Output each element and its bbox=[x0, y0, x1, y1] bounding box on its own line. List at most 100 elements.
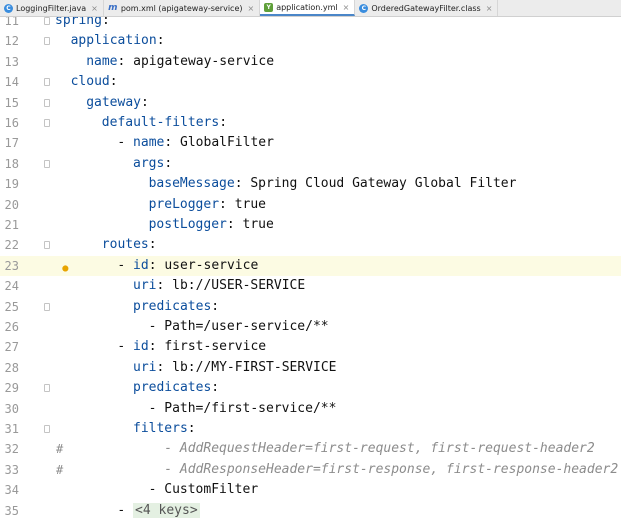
line-number: 30 bbox=[4, 401, 19, 416]
code-line[interactable]: 25 predicates: bbox=[0, 297, 621, 317]
list-dash: - bbox=[117, 339, 134, 355]
editor-tab-label: LoggingFilter.java bbox=[16, 3, 87, 13]
code-text: - id: user-service bbox=[117, 256, 258, 276]
code-text: preLogger: true bbox=[149, 195, 266, 215]
code-line[interactable]: 12 application: bbox=[0, 31, 621, 51]
code-line[interactable]: 32 # - AddRequestHeader=first-request, fi… bbox=[0, 439, 621, 459]
code-line[interactable]: 21 postLogger: true bbox=[0, 215, 621, 235]
line-number: 28 bbox=[4, 360, 19, 375]
line-number: 29 bbox=[4, 381, 19, 396]
code-text: predicates: bbox=[133, 378, 219, 398]
fold-toggle-icon[interactable] bbox=[44, 241, 50, 250]
code-text: args: bbox=[133, 154, 172, 174]
code-line[interactable]: 27 - id: first-service bbox=[0, 337, 621, 357]
java-class-icon: C bbox=[359, 3, 369, 13]
yaml-value: Spring Cloud Gateway Global Filter bbox=[242, 176, 517, 192]
line-number: 20 bbox=[4, 197, 19, 212]
code-line[interactable]: 23 ⬤ - id: user-service bbox=[0, 255, 621, 277]
fold-toggle-icon[interactable] bbox=[44, 159, 50, 168]
code-text: filters: bbox=[133, 419, 196, 439]
yaml-colon: : bbox=[211, 298, 220, 314]
fold-toggle-icon[interactable] bbox=[44, 17, 50, 25]
code-text: name: apigateway-service bbox=[86, 52, 274, 72]
yaml-value: true bbox=[234, 217, 274, 232]
code-text: baseMessage: Spring Cloud Gateway Global… bbox=[149, 174, 517, 194]
yaml-colon: : bbox=[140, 94, 149, 110]
code-line[interactable]: 33 # - AddResponseHeader=first-response, … bbox=[0, 460, 621, 480]
yaml-colon: : bbox=[219, 115, 228, 130]
close-icon[interactable]: × bbox=[91, 4, 98, 13]
fold-toggle-icon[interactable] bbox=[44, 78, 50, 87]
close-icon[interactable]: × bbox=[486, 4, 493, 13]
code-line[interactable]: 17 - name: GlobalFilter bbox=[0, 133, 621, 153]
code-text: uri: lb://USER-SERVICE bbox=[133, 276, 305, 296]
code-text: routes: bbox=[102, 235, 157, 255]
yaml-key: gateway bbox=[86, 94, 141, 110]
line-number: 15 bbox=[4, 95, 19, 110]
yaml-comment: - AddResponseHeader=first-response, firs… bbox=[148, 461, 619, 477]
code-line[interactable]: 26 - Path=/user-service/** bbox=[0, 317, 621, 337]
yaml-key: default-filters bbox=[101, 115, 220, 130]
editor-tab-3[interactable]: C OrderedGatewayFilter.class × bbox=[355, 0, 499, 16]
fold-toggle-icon[interactable] bbox=[44, 98, 50, 107]
code-text: application: bbox=[71, 31, 165, 51]
code-line[interactable]: 20 preLogger: true bbox=[0, 195, 621, 215]
yaml-colon: : bbox=[234, 176, 243, 192]
yaml-colon: : bbox=[156, 33, 165, 49]
code-line[interactable]: 29 predicates: bbox=[0, 378, 621, 398]
code-editor[interactable]: 11 spring: 12 application: 13 name: apigatewa… bbox=[0, 17, 621, 529]
code-line[interactable]: 16 default-filters: bbox=[0, 113, 621, 133]
collapsed-block[interactable]: <4 keys> bbox=[133, 502, 200, 518]
fold-toggle-icon[interactable] bbox=[44, 37, 50, 46]
yaml-key: spring bbox=[55, 17, 102, 28]
yaml-key: uri bbox=[133, 359, 157, 375]
code-line[interactable]: 30 - Path=/first-service/** bbox=[0, 399, 621, 419]
line-number: 11 bbox=[4, 17, 19, 28]
yaml-key: preLogger bbox=[148, 196, 220, 212]
code-line[interactable]: 11 spring: bbox=[0, 17, 621, 31]
yaml-list-item: - Path=/first-service/** bbox=[148, 400, 337, 416]
code-text: gateway: bbox=[86, 93, 149, 113]
line-number: 12 bbox=[4, 34, 19, 49]
line-number: 25 bbox=[4, 299, 19, 314]
code-line[interactable]: 18 args: bbox=[0, 154, 621, 174]
line-number: 22 bbox=[4, 238, 19, 253]
yaml-colon: : bbox=[148, 339, 157, 355]
editor-tab-0[interactable]: C LoggingFilter.java × bbox=[0, 0, 104, 16]
close-icon[interactable]: × bbox=[343, 3, 350, 12]
yaml-comment: - AddRequestHeader=first-request, first-… bbox=[148, 441, 595, 457]
code-line[interactable]: 31 filters: bbox=[0, 419, 621, 439]
fold-toggle-icon[interactable] bbox=[44, 425, 50, 433]
code-line[interactable]: 19 baseMessage: Spring Cloud Gateway Glob… bbox=[0, 174, 621, 194]
close-icon[interactable]: × bbox=[248, 4, 255, 13]
code-line[interactable]: 22 routes: bbox=[0, 235, 621, 255]
fold-toggle-icon[interactable] bbox=[44, 384, 50, 393]
fold-toggle-icon[interactable] bbox=[44, 302, 50, 311]
code-text: postLogger: true bbox=[149, 215, 274, 235]
editor-tab-1[interactable]: m pom.xml (apigateway-service) × bbox=[104, 0, 261, 16]
code-line[interactable]: 15 gateway: bbox=[0, 93, 621, 113]
code-text: - <4 keys> bbox=[117, 501, 200, 521]
fold-toggle-icon[interactable] bbox=[44, 119, 50, 127]
code-text: spring: bbox=[55, 17, 110, 31]
code-line[interactable]: 35 - <4 keys> bbox=[0, 501, 621, 521]
editor-tab-2[interactable]: Yapplication.yml × bbox=[260, 0, 356, 16]
lightbulb-icon[interactable]: ⬤ bbox=[62, 263, 69, 275]
code-line[interactable]: 13 name: apigateway-service bbox=[0, 52, 621, 72]
yaml-colon: : bbox=[164, 135, 173, 151]
yaml-colon: : bbox=[101, 17, 110, 28]
line-number: 18 bbox=[4, 156, 19, 171]
code-text: - Path=/first-service/** bbox=[149, 399, 337, 419]
code-line[interactable]: 28 uri: lb://MY-FIRST-SERVICE bbox=[0, 358, 621, 378]
yaml-value: apigateway-service bbox=[125, 53, 275, 69]
editor-tab-label: pom.xml (apigateway-service) bbox=[120, 3, 243, 13]
line-number: 19 bbox=[4, 177, 19, 192]
line-number: 16 bbox=[4, 116, 19, 130]
yaml-key: application bbox=[70, 33, 157, 49]
yaml-colon: : bbox=[148, 257, 157, 273]
code-line[interactable]: 14 cloud: bbox=[0, 72, 621, 92]
code-text: - AddRequestHeader=first-request, first-… bbox=[148, 439, 595, 459]
yaml-key: id bbox=[133, 257, 149, 273]
code-line[interactable]: 24 uri: lb://USER-SERVICE bbox=[0, 276, 621, 296]
code-line[interactable]: 34 - CustomFilter bbox=[0, 480, 621, 500]
